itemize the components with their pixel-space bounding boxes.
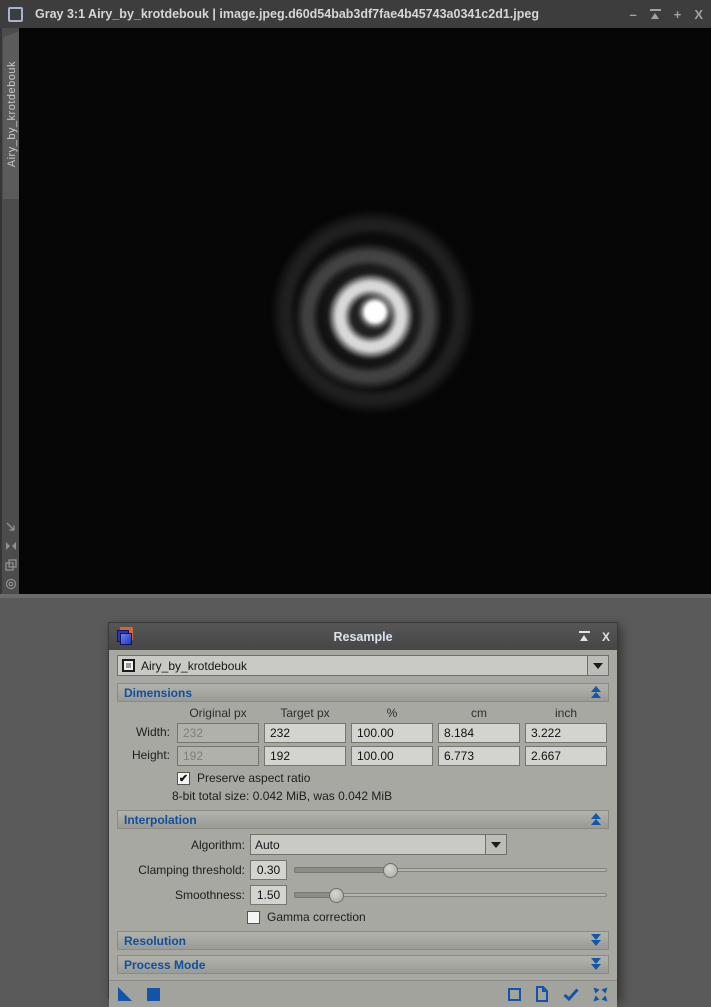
section-process-mode[interactable]: Process Mode (117, 955, 609, 974)
shade-icon (578, 630, 590, 641)
expand-section-icon[interactable] (590, 958, 602, 971)
gamma-correction-checkbox[interactable] (247, 910, 260, 924)
dialog-shade-button[interactable] (578, 630, 590, 644)
resample-process-icon (116, 627, 135, 646)
width-inch-field[interactable]: 3.222 (525, 723, 607, 743)
image-canvas[interactable] (19, 28, 711, 594)
clamping-threshold-label: Clamping threshold: (138, 863, 245, 877)
section-resolution[interactable]: Resolution (117, 931, 609, 950)
height-inch-field[interactable]: 2.667 (525, 746, 607, 766)
view-tab-label: Airy_by_krotdebouk (5, 60, 18, 168)
width-percent-field[interactable]: 100.00 (351, 723, 433, 743)
col-inch: inch (554, 706, 577, 720)
zoom-corner-icon[interactable] (5, 521, 17, 533)
slider-handle[interactable] (382, 863, 398, 878)
height-original-field: 192 (177, 746, 259, 766)
algorithm-select[interactable]: Auto (250, 834, 507, 855)
algorithm-value: Auto (255, 837, 280, 852)
collapse-section-icon[interactable] (590, 813, 602, 826)
slider-fill (294, 888, 345, 903)
duplicate-view-icon[interactable] (4, 559, 17, 571)
apply-icon[interactable] (147, 987, 160, 1001)
smoothness-slider[interactable] (294, 887, 609, 903)
smoothness-field[interactable]: 1.50 (250, 885, 287, 905)
collapse-section-icon[interactable] (590, 686, 602, 699)
window-menu-icon[interactable] (8, 6, 23, 22)
preserve-aspect-checkbox[interactable]: ✔ (177, 771, 190, 785)
resample-dialog: Resample X Airy_by_krotdebouk Dimensions… (108, 622, 618, 1007)
expand-section-icon[interactable] (590, 934, 602, 947)
dimensions-column-headers: Original px Target px % cm inch (117, 706, 609, 720)
view-selector-value: Airy_by_krotdebouk (141, 658, 248, 673)
height-percent-field[interactable]: 100.00 (351, 746, 433, 766)
shade-icon (649, 8, 661, 19)
image-window: Gray 3:1 Airy_by_krotdebouk | image.jpeg… (0, 0, 711, 598)
col-cm: cm (471, 706, 487, 720)
total-size-text: 8-bit total size: 0.042 MiB, was 0.042 M… (172, 789, 393, 803)
height-row: Height: 192 192 100.00 6.773 2.667 (117, 743, 609, 766)
image-window-title: Gray 3:1 Airy_by_krotdebouk | image.jpeg… (35, 7, 539, 21)
maximize-button[interactable]: + (674, 8, 682, 21)
view-selector[interactable]: Airy_by_krotdebouk (117, 655, 609, 676)
realtime-preview-icon[interactable] (508, 987, 521, 1001)
chevron-down-icon (491, 841, 501, 848)
shade-button[interactable] (649, 8, 661, 21)
view-tab-strip: Airy_by_krotdebouk (0, 28, 20, 594)
gamma-correction-label: Gamma correction (267, 910, 366, 924)
slider-fill (294, 863, 398, 878)
reset-icon[interactable] (593, 987, 608, 1002)
section-dimensions[interactable]: Dimensions (117, 683, 609, 702)
width-original-field: 232 (177, 723, 259, 743)
col-original-px: Original px (189, 706, 247, 720)
height-target-field[interactable]: 192 (264, 746, 346, 766)
preserve-aspect-label: Preserve aspect ratio (197, 771, 311, 785)
clamping-threshold-field[interactable]: 0.30 (250, 860, 287, 880)
dialog-toolbar (109, 980, 617, 1007)
close-button[interactable]: X (694, 8, 703, 21)
slider-handle[interactable] (329, 888, 345, 903)
fit-view-icon[interactable] (5, 540, 17, 552)
section-interpolation[interactable]: Interpolation (117, 810, 609, 829)
image-window-titlebar[interactable]: Gray 3:1 Airy_by_krotdebouk | image.jpeg… (0, 0, 711, 28)
dialog-close-button[interactable]: X (602, 630, 610, 644)
airy-disk-image (265, 202, 485, 422)
dialog-title: Resample (333, 629, 393, 644)
view-tab-airy[interactable]: Airy_by_krotdebouk (3, 31, 20, 199)
width-row: Width: 232 232 100.00 8.184 3.222 (117, 720, 609, 743)
track-view-icon[interactable] (563, 987, 579, 1001)
chevron-down-icon (593, 662, 603, 669)
resample-titlebar[interactable]: Resample X (109, 623, 617, 650)
minimize-button[interactable]: – (630, 8, 637, 21)
smoothness-label: Smoothness: (174, 888, 245, 902)
clamping-threshold-slider[interactable] (294, 862, 609, 878)
algorithm-label: Algorithm: (190, 837, 245, 852)
new-instance-icon[interactable] (118, 987, 132, 1001)
algorithm-dropdown-button[interactable] (485, 835, 506, 854)
col-percent: % (386, 706, 398, 720)
view-selector-dropdown-button[interactable] (587, 656, 608, 675)
width-cm-field[interactable]: 8.184 (438, 723, 520, 743)
main-view-icon (122, 659, 135, 672)
width-target-field[interactable]: 232 (264, 723, 346, 743)
height-cm-field[interactable]: 6.773 (438, 746, 520, 766)
col-target-px: Target px (280, 706, 330, 720)
center-view-icon[interactable] (5, 578, 17, 590)
